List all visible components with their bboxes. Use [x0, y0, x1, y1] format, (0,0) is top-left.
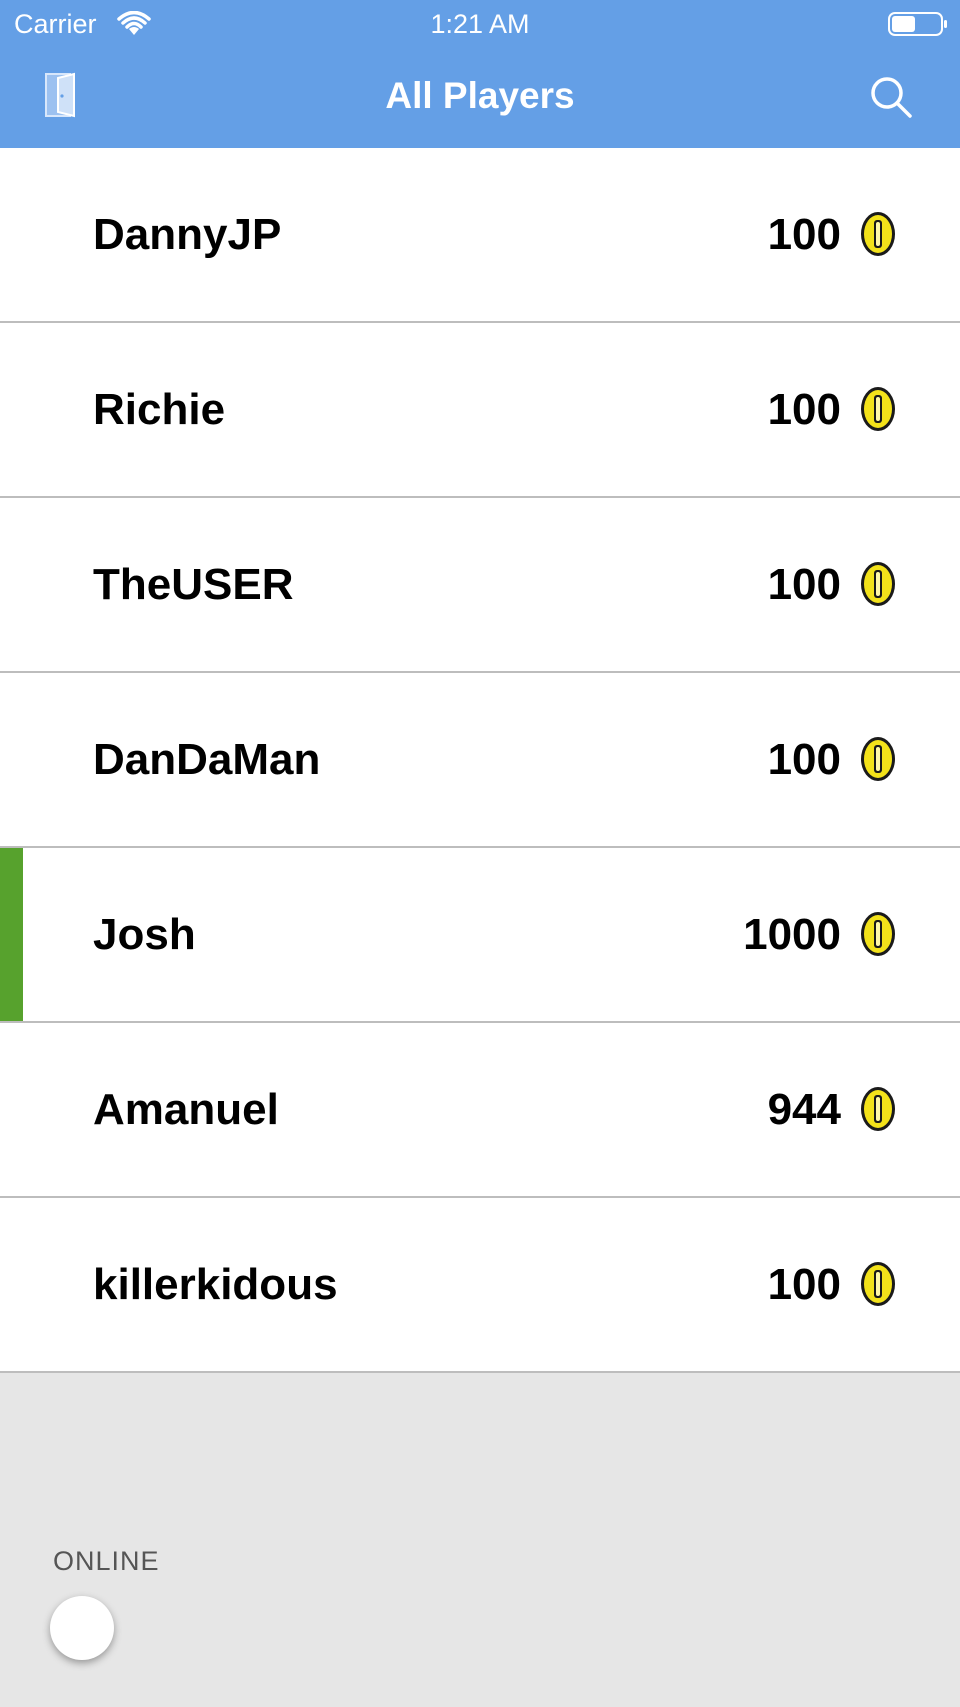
player-row[interactable]: DannyJP 100 [0, 148, 960, 323]
header: Carrier 1:21 AM All Players [0, 0, 960, 148]
player-row-selected[interactable]: Josh 1000 [0, 848, 960, 1023]
battery-icon [888, 12, 947, 36]
player-name: Richie [93, 385, 226, 434]
player-coins: 100 [767, 385, 841, 434]
player-list: DannyJP 100 Richie 100 TheUSER 100 DanDa… [0, 148, 960, 1373]
coin-icon [861, 387, 895, 431]
coin-icon [861, 912, 895, 956]
player-coins: 100 [767, 735, 841, 784]
player-coins: 1000 [743, 910, 841, 959]
coin-icon [861, 737, 895, 781]
coin-icon [861, 562, 895, 606]
player-name: DanDaMan [93, 735, 321, 784]
player-row[interactable]: Richie 100 [0, 323, 960, 498]
player-row[interactable]: DanDaMan 100 [0, 673, 960, 848]
status-bar: Carrier 1:21 AM [0, 0, 960, 48]
player-name: DannyJP [93, 210, 282, 259]
player-coins: 100 [767, 1260, 841, 1309]
nav-bar: All Players [0, 48, 960, 148]
player-name: TheUSER [93, 560, 294, 609]
coin-icon [861, 1262, 895, 1306]
player-coins: 100 [767, 560, 841, 609]
player-coins: 100 [767, 210, 841, 259]
player-row[interactable]: TheUSER 100 [0, 498, 960, 673]
player-name: Josh [93, 910, 196, 959]
clock: 1:21 AM [430, 9, 530, 39]
coin-icon [861, 212, 895, 256]
search-icon[interactable] [868, 74, 914, 120]
player-coins: 944 [767, 1085, 841, 1134]
online-toggle[interactable] [50, 1596, 114, 1660]
online-label: ONLINE [53, 1546, 160, 1576]
page-title: All Players [385, 75, 575, 116]
coin-icon [861, 1087, 895, 1131]
player-name: Amanuel [93, 1085, 279, 1134]
player-name: killerkidous [93, 1260, 338, 1309]
player-row[interactable]: killerkidous 100 [0, 1198, 960, 1373]
player-row[interactable]: Amanuel 944 [0, 1023, 960, 1198]
